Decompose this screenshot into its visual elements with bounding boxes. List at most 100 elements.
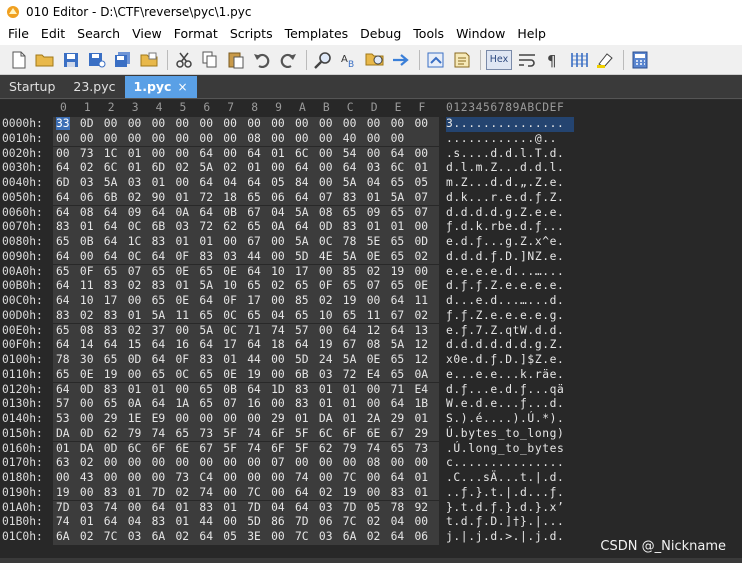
hex-byte[interactable]: 73 [80,147,94,160]
hex-byte[interactable]: 04 [271,501,285,514]
hex-byte[interactable]: 03 [319,530,333,543]
ascii-text[interactable]: e.d.ƒ...g.Z.x^e. [446,235,564,248]
hex-byte[interactable]: 6B [104,191,118,204]
hex-byte[interactable]: 01 [176,501,190,514]
ascii-text[interactable]: e.e.e.e.d...…... [446,265,564,278]
hex-byte[interactable]: 02 [80,456,94,469]
hex-byte[interactable]: 00 [223,486,237,499]
hex-byte[interactable]: 65 [152,265,166,278]
hex-row[interactable]: 0090h: 64 00 64 0C 64 0F 83 03 44 00 5D 4E 5A 0E 65 02 d.… [0,249,742,265]
hex-byte[interactable]: 11 [176,309,190,322]
hex-byte[interactable]: 83 [152,235,166,248]
hex-byte[interactable]: 1C [128,235,142,248]
hex-byte[interactable]: 5D [295,353,309,366]
hex-byte[interactable]: 79 [128,427,142,440]
ascii-text[interactable]: d.l.m.Z...d.d.l. [446,161,564,174]
hex-byte[interactable]: 6F [271,442,285,455]
hex-byte[interactable]: 08 [319,206,333,219]
hex-byte[interactable]: 5A [343,353,357,366]
hex-byte[interactable]: 83 [343,220,357,233]
hex-byte[interactable]: 65 [104,397,118,410]
hex-byte[interactable]: 00 [56,132,70,145]
hex-byte[interactable]: 01 [128,486,142,499]
hex-byte[interactable]: 83 [56,220,70,233]
undo-icon[interactable] [251,49,273,71]
hex-byte[interactable]: 73 [176,471,190,484]
hex-byte[interactable]: 83 [295,383,309,396]
hex-row[interactable]: 0160h: 01 DA 0D 6C 6F 6E 67 5F 74 6F 5F 62 79 74 65 73 .Ú… [0,441,742,456]
hex-byte[interactable]: 65 [56,368,70,381]
hex-byte[interactable]: 19 [56,486,70,499]
run-script-icon[interactable] [425,49,447,71]
hex-byte[interactable]: 00 [415,265,429,278]
hex-byte[interactable]: 65 [56,265,70,278]
hex-byte[interactable]: 72 [199,191,213,204]
hex-byte[interactable]: 0E [223,368,237,381]
hex-editor[interactable]: 0 1 2 3 4 5 6 7 8 9 A B C D E F 0123456789ABCDEF 0000h: 3… [0,100,742,563]
hex-byte[interactable]: 04 [271,206,285,219]
hex-byte[interactable]: 17 [104,294,118,307]
hex-byte[interactable]: 00 [367,471,381,484]
hex-byte[interactable]: 65 [247,191,261,204]
hex-byte[interactable]: 74 [271,324,285,337]
ascii-text[interactable]: m.Z...d.d.„.Z.e. [446,176,564,189]
hex-byte[interactable]: 00 [128,117,142,130]
hex-bytes-area[interactable]: 63 02 00 00 00 00 00 00 00 07 00 00 00 08 00 00 [53,456,439,471]
hex-byte[interactable]: 65 [247,309,261,322]
hex-byte[interactable]: 11 [415,294,429,307]
hex-byte[interactable]: 01 [128,147,142,160]
ascii-text[interactable]: x0e.d.ƒ.D.]$Z.e. [446,353,564,366]
hex-byte[interactable]: 65 [104,353,118,366]
hex-byte[interactable]: 7D [295,515,309,528]
hex-byte[interactable]: 65 [391,206,405,219]
hex-byte[interactable]: 11 [367,309,381,322]
tab-startup[interactable]: Startup [0,76,64,98]
hex-byte[interactable]: 01 [247,161,261,174]
hex-byte[interactable]: 44 [199,515,213,528]
hex-byte[interactable]: 64 [199,176,213,189]
hex-byte[interactable]: 02 [176,486,190,499]
hex-byte[interactable]: 00 [176,132,190,145]
hex-byte[interactable]: 6E [367,427,381,440]
hex-byte[interactable]: 6D [56,176,70,189]
hex-byte[interactable]: 00 [247,412,261,425]
hex-byte[interactable]: 0B [223,206,237,219]
highlight-icon[interactable] [594,49,616,71]
hex-byte[interactable]: 5D [247,515,261,528]
menu-scripts[interactable]: Scripts [224,23,279,45]
hex-byte[interactable]: 72 [199,220,213,233]
hex-byte[interactable]: 00 [367,486,381,499]
hex-byte[interactable]: 0E [176,265,190,278]
hex-byte[interactable]: 64 [104,250,118,263]
hex-byte[interactable]: 01 [295,412,309,425]
hex-byte[interactable]: 33 [56,117,70,130]
hex-byte[interactable]: 43 [80,471,94,484]
hex-byte[interactable]: 83 [56,309,70,322]
hex-byte[interactable]: 64 [199,338,213,351]
hex-byte[interactable]: 6D [152,161,166,174]
menu-file[interactable]: File [2,23,35,45]
hex-byte[interactable]: 13 [415,324,429,337]
menu-search[interactable]: Search [71,23,126,45]
ascii-text[interactable]: d...e.d...…...d. [446,294,564,307]
hex-byte[interactable]: 44 [247,250,261,263]
hex-byte[interactable]: 01 [415,161,429,174]
hex-byte[interactable]: 65 [343,309,357,322]
hex-row[interactable]: 00E0h: 65 08 83 02 37 00 5A 0C 71 74 57 00 64 12 64 13 e.… [0,323,742,338]
hex-byte[interactable]: 0D [104,442,118,455]
find-in-files-icon[interactable] [364,49,386,71]
hex-byte[interactable]: 83 [104,279,118,292]
hex-byte[interactable]: 07 [271,456,285,469]
hex-byte[interactable]: 0F [176,353,190,366]
hex-byte[interactable]: 64 [295,501,309,514]
hex-byte[interactable]: 37 [152,324,166,337]
hex-byte[interactable]: 64 [104,206,118,219]
hex-byte[interactable]: 64 [199,530,213,543]
hex-byte[interactable]: 00 [128,368,142,381]
hex-byte[interactable]: 01 [343,383,357,396]
hex-byte[interactable]: 64 [56,191,70,204]
hex-byte[interactable]: 74 [247,442,261,455]
hex-byte[interactable]: 64 [295,191,309,204]
hex-byte[interactable]: 19 [104,368,118,381]
hex-byte[interactable]: E4 [415,383,429,396]
